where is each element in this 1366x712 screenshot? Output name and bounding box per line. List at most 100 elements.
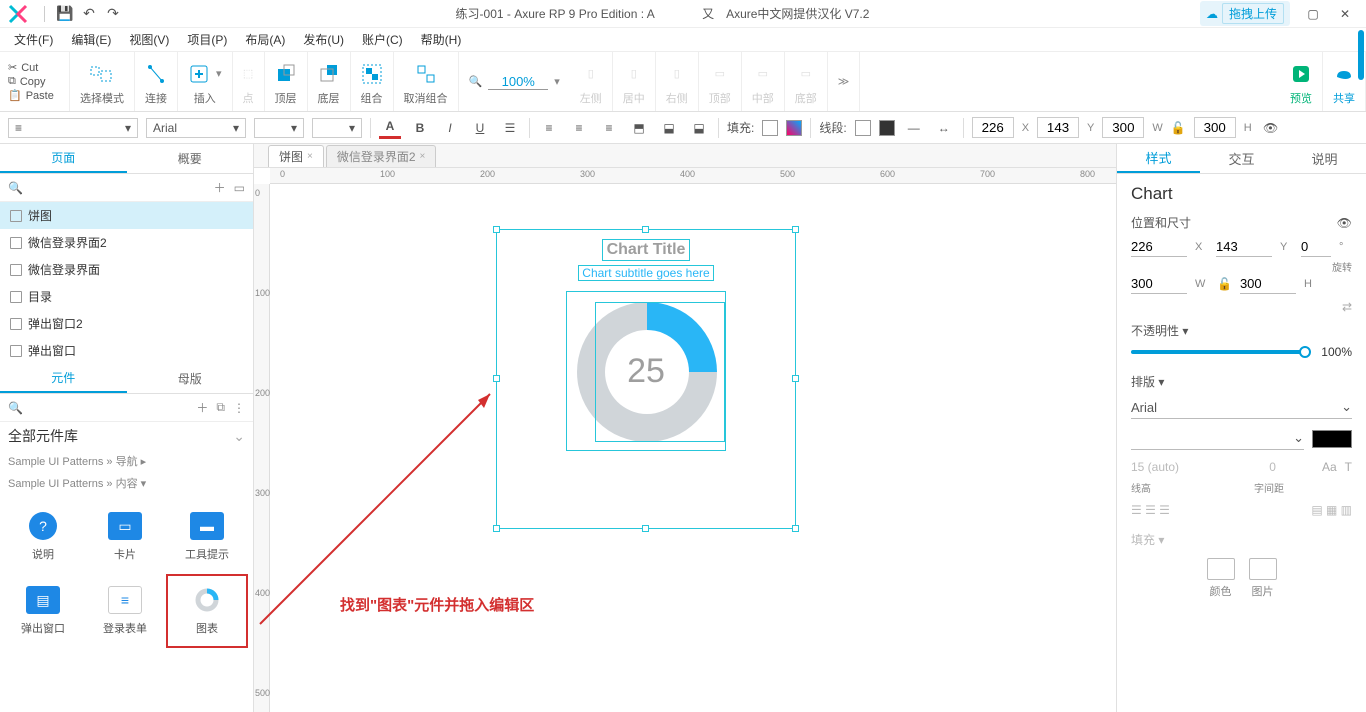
doc-tab[interactable]: 微信登录界面2× <box>326 145 437 167</box>
fill-color-option[interactable]: 颜色 <box>1207 558 1235 599</box>
send-back[interactable]: 底层 <box>308 52 351 111</box>
add-folder-icon[interactable]: ▭ <box>234 181 245 195</box>
chart-title[interactable]: Chart Title <box>602 239 691 261</box>
zoom-control[interactable]: 🔍▾ <box>459 52 570 111</box>
page-item[interactable]: 饼图 <box>0 202 253 229</box>
tab-widgets[interactable]: 元件 <box>0 364 127 393</box>
chart-subtitle[interactable]: Chart subtitle goes here <box>578 265 713 281</box>
add-page-icon[interactable]: ＋ <box>214 179 226 196</box>
zoom-input[interactable] <box>488 74 548 90</box>
ungroup-tool[interactable]: 取消组合 <box>394 52 459 111</box>
group-tool[interactable]: 组合 <box>351 52 394 111</box>
page-item[interactable]: 微信登录界面 <box>0 256 253 283</box>
width-field[interactable] <box>1131 274 1187 294</box>
font-dropdown[interactable]: Arial▾ <box>146 118 246 138</box>
w-field[interactable] <box>1102 117 1144 138</box>
preview-button[interactable]: 预览 <box>1280 52 1323 111</box>
insert-tool[interactable]: ▾插入 <box>178 52 233 111</box>
menu-account[interactable]: 账户(C) <box>354 29 411 50</box>
bold-icon[interactable]: B <box>409 117 431 139</box>
widget-help[interactable]: ?说明 <box>2 500 84 574</box>
donut-chart[interactable]: 25 <box>566 291 726 451</box>
arrow-icon[interactable]: ↔ <box>933 117 955 139</box>
tab-outline[interactable]: 概要 <box>127 144 254 173</box>
visibility-toggle-icon[interactable]: 👁 <box>1337 216 1352 230</box>
search-icon[interactable]: 🔍 <box>8 181 206 195</box>
undo-icon[interactable]: ↶ <box>77 2 101 26</box>
pos-y-field[interactable] <box>1216 237 1272 257</box>
canvas[interactable]: 饼图× 微信登录界面2× 0100200300400500600700800 0… <box>254 144 1116 712</box>
menu-publish[interactable]: 发布(U) <box>295 29 352 50</box>
x-field[interactable] <box>972 117 1014 138</box>
menu-edit[interactable]: 编辑(E) <box>63 29 119 50</box>
tab-masters[interactable]: 母版 <box>127 364 254 393</box>
valign-icons[interactable]: ▤ ▦ ▥ <box>1311 503 1352 517</box>
weight-dropdown[interactable]: ▾ <box>254 118 304 138</box>
tab-style[interactable]: 样式 <box>1117 144 1200 173</box>
menu-project[interactable]: 项目(P) <box>179 29 235 50</box>
lib-options-icon[interactable]: ⧉ <box>216 400 225 415</box>
valign-top-icon[interactable]: ⬒ <box>628 117 650 139</box>
line-color[interactable] <box>855 120 871 136</box>
maximize-icon[interactable]: ▢ <box>1300 4 1326 24</box>
tab-interaction[interactable]: 交互 <box>1200 144 1283 173</box>
bring-front[interactable]: 顶层 <box>265 52 308 111</box>
size-dropdown[interactable]: ▾ <box>312 118 362 138</box>
italic-icon[interactable]: I <box>439 117 461 139</box>
bullets-icon[interactable]: ☰ <box>499 117 521 139</box>
valign-bot-icon[interactable]: ⬓ <box>688 117 710 139</box>
rotation-field[interactable] <box>1301 237 1331 257</box>
visibility-icon[interactable]: 👁 <box>1260 117 1282 139</box>
paste-button[interactable]: 📋Paste <box>8 89 69 102</box>
lock-icon[interactable]: 🔓 <box>1171 121 1186 135</box>
connect-tool[interactable]: 连接 <box>135 52 178 111</box>
widget-card[interactable]: ▭卡片 <box>84 500 166 574</box>
font-weight-dropdown[interactable]: ⌄ <box>1131 427 1304 450</box>
library-selector[interactable]: 全部元件库⌄ <box>0 422 253 450</box>
widget-chart[interactable]: 图表 <box>166 574 248 648</box>
halign-icons[interactable]: ☰ ☰ ☰ <box>1131 503 1170 517</box>
line-style-icon[interactable]: — <box>903 117 925 139</box>
menu-arrange[interactable]: 布局(A) <box>237 29 293 50</box>
align-left-icon[interactable]: ≡ <box>538 117 560 139</box>
page-item[interactable]: 弹出窗口 <box>0 337 253 364</box>
height-field[interactable] <box>1240 274 1296 294</box>
lib-menu-icon[interactable]: ⋮ <box>233 401 245 415</box>
close-tab-icon[interactable]: × <box>307 151 313 162</box>
save-icon[interactable]: 💾 <box>53 2 77 26</box>
text-case-icon[interactable]: Aa <box>1322 460 1337 474</box>
line-weight[interactable] <box>879 120 895 136</box>
line-height-field[interactable]: 15 (auto) <box>1131 460 1179 474</box>
widget-login[interactable]: ≡登录表单 <box>84 574 166 648</box>
text-direction-icon[interactable]: ⇄ <box>1131 300 1352 314</box>
widget-dialog[interactable]: ▤弹出窗口 <box>2 574 84 648</box>
select-mode[interactable]: 选择模式 <box>70 52 135 111</box>
page-item[interactable]: 微信登录界面2 <box>0 229 253 256</box>
pos-x-field[interactable] <box>1131 237 1187 257</box>
fill-swatch[interactable] <box>762 120 778 136</box>
add-lib-icon[interactable]: ＋ <box>196 399 208 416</box>
redo-icon[interactable]: ↷ <box>101 2 125 26</box>
page-item[interactable]: 弹出窗口2 <box>0 310 253 337</box>
menu-view[interactable]: 视图(V) <box>121 29 177 50</box>
lib-path-nav[interactable]: Sample UI Patterns » 导航 ▸ <box>0 450 253 472</box>
h-field[interactable] <box>1194 117 1236 138</box>
fill-image-option[interactable]: 图片 <box>1249 558 1277 599</box>
y-field[interactable] <box>1037 117 1079 138</box>
chart-widget[interactable]: Chart Title Chart subtitle goes here 25 <box>496 239 796 461</box>
scrollbar[interactable] <box>1358 30 1364 80</box>
lib-path-content[interactable]: Sample UI Patterns » 内容 ▾ <box>0 472 253 494</box>
align-right-icon[interactable]: ≡ <box>598 117 620 139</box>
cloud-upload[interactable]: ☁ 拖拽上传 <box>1200 1 1290 26</box>
opacity-slider[interactable] <box>1131 350 1305 354</box>
fill-gradient[interactable] <box>786 120 802 136</box>
tab-notes[interactable]: 说明 <box>1283 144 1366 173</box>
lock-ratio-icon[interactable]: 🔓 <box>1217 277 1232 291</box>
letter-spacing-field[interactable]: 0 <box>1269 460 1276 474</box>
text-color-swatch[interactable] <box>1312 430 1352 448</box>
menu-help[interactable]: 帮助(H) <box>413 29 470 50</box>
style-dropdown[interactable]: ≡▾ <box>8 118 138 138</box>
tab-pages[interactable]: 页面 <box>0 144 127 173</box>
underline-icon[interactable]: U <box>469 117 491 139</box>
page-item[interactable]: 目录 <box>0 283 253 310</box>
